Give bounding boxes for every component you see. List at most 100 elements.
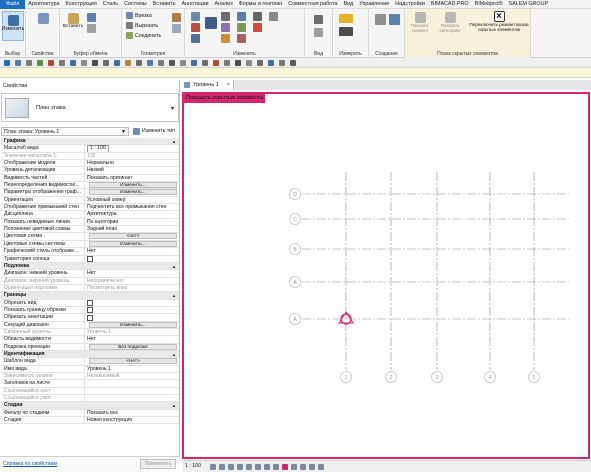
wall-join-icon[interactable] xyxy=(172,13,181,22)
menu-tab-6[interactable]: Аннотации xyxy=(179,0,212,9)
redo-icon[interactable] xyxy=(59,60,65,66)
collapse-section-icon[interactable]: ▲ xyxy=(172,351,179,357)
show-crop-icon[interactable] xyxy=(255,464,261,470)
property-value[interactable]: Изменить... xyxy=(85,182,179,189)
3d-view-icon[interactable] xyxy=(125,60,131,66)
open-icon[interactable] xyxy=(15,60,21,66)
offset-icon[interactable] xyxy=(191,23,200,32)
menu-tab-4[interactable]: Системы xyxy=(121,0,150,9)
match-type-icon[interactable] xyxy=(87,24,96,33)
sheet-icon[interactable] xyxy=(257,60,263,66)
property-value[interactable]: Условный север xyxy=(85,197,179,203)
property-value[interactable]: Новая конструкция xyxy=(85,417,179,423)
measure-qat-icon[interactable] xyxy=(81,60,87,66)
save-icon[interactable] xyxy=(26,60,32,66)
join-button[interactable]: Соединить xyxy=(126,32,161,39)
undo-icon[interactable] xyxy=(48,60,54,66)
dimension-qat-icon[interactable] xyxy=(92,60,98,66)
property-edit-button[interactable]: Изменить... xyxy=(89,321,177,328)
help-icon[interactable] xyxy=(279,60,285,66)
sun-path-icon[interactable] xyxy=(228,464,234,470)
property-value[interactable] xyxy=(85,256,179,262)
properties-help-link[interactable]: Справка по свойствам xyxy=(3,461,57,467)
hide-icon[interactable] xyxy=(314,15,323,24)
settings-icon[interactable] xyxy=(268,60,274,66)
property-value[interactable]: Показать все xyxy=(85,410,179,416)
menu-tab-10[interactable]: Вид xyxy=(341,0,357,9)
measure-icon[interactable] xyxy=(339,14,353,23)
cut-button[interactable]: Вырезать xyxy=(126,22,158,29)
property-value[interactable]: Изменить... xyxy=(85,321,179,328)
collapse-section-icon[interactable]: ▲ xyxy=(172,138,179,144)
reveal-element-button[interactable]: Показать элемент xyxy=(407,12,433,33)
lock-3d-icon[interactable] xyxy=(264,464,270,470)
menu-tab-14[interactable]: BIMobject® xyxy=(472,0,506,9)
override-icon[interactable] xyxy=(314,28,323,37)
property-value[interactable]: Показать оригинал xyxy=(85,175,179,181)
door-icon[interactable] xyxy=(224,60,230,66)
property-edit-button[interactable]: Изменить... xyxy=(89,182,177,189)
copy-icon[interactable] xyxy=(87,13,96,22)
customize-icon[interactable] xyxy=(290,60,296,66)
shadows-icon[interactable] xyxy=(237,464,243,470)
move-icon[interactable] xyxy=(205,17,217,29)
scale-value-field[interactable]: 1 : 100 xyxy=(87,145,109,152)
toggle-reveal-hidden-button[interactable]: × Переключить режим показа скрытых элеме… xyxy=(469,11,529,32)
level-icon[interactable] xyxy=(180,60,186,66)
property-value[interactable]: Без подрезки xyxy=(85,343,179,350)
close-hidden-icon[interactable] xyxy=(158,60,164,66)
property-value[interactable]: <Нет> xyxy=(85,358,179,365)
wall-icon[interactable] xyxy=(213,60,219,66)
property-value[interactable] xyxy=(85,314,179,321)
property-value[interactable]: Архитектура xyxy=(85,211,179,217)
property-value[interactable]: Подчистить все примыкания стен xyxy=(85,204,179,210)
menu-tab-1[interactable]: Архитектура xyxy=(25,0,62,9)
switch-windows-icon[interactable] xyxy=(169,60,175,66)
property-value[interactable]: Низкий xyxy=(85,167,179,173)
text-icon[interactable] xyxy=(114,60,120,66)
menu-tab-11[interactable]: Управление xyxy=(356,0,392,9)
property-value[interactable]: Нормально xyxy=(85,160,179,166)
revit-logo-icon[interactable] xyxy=(4,60,10,66)
property-value[interactable]: Задний план xyxy=(85,226,179,232)
analytical-model-icon[interactable] xyxy=(291,464,297,470)
split-icon[interactable] xyxy=(237,12,246,21)
tab-level-1[interactable]: Уровень 1 × xyxy=(181,80,234,90)
type-selector[interactable]: План этажа ▼ xyxy=(1,93,179,122)
menu-tab-12[interactable]: Надстройки xyxy=(392,0,428,9)
property-value[interactable] xyxy=(85,307,179,314)
drawing-canvas[interactable]: DCBAA12345 Показать скрытые элементы xyxy=(182,92,590,459)
property-edit-button[interactable]: <Нет> xyxy=(89,358,177,365)
property-value[interactable]: Нет xyxy=(85,336,179,342)
array-icon[interactable] xyxy=(237,23,246,32)
paint-icon[interactable] xyxy=(172,24,181,33)
unpin-icon[interactable] xyxy=(269,12,278,21)
thin-lines-icon[interactable] xyxy=(147,60,153,66)
property-value[interactable]: <нет> xyxy=(85,233,179,240)
sync-icon[interactable] xyxy=(37,60,43,66)
menu-tab-2[interactable]: Конструкция xyxy=(63,0,100,9)
detail-level-icon[interactable] xyxy=(210,464,216,470)
collapse-section-icon[interactable]: ▲ xyxy=(172,402,179,408)
property-value[interactable]: Нет xyxy=(85,270,179,276)
create-parts-icon[interactable] xyxy=(389,14,400,25)
property-value[interactable]: Изменить... xyxy=(85,240,179,247)
property-value[interactable] xyxy=(85,380,179,386)
apply-button[interactable]: Применить xyxy=(140,459,176,469)
close-icon[interactable]: × xyxy=(227,80,230,90)
property-checkbox[interactable] xyxy=(87,307,93,314)
window-icon[interactable] xyxy=(235,60,241,66)
constraints-icon[interactable] xyxy=(309,464,315,470)
property-value[interactable]: По категории xyxy=(85,219,179,225)
align-icon[interactable] xyxy=(191,12,200,21)
property-value[interactable]: 1 : 100 xyxy=(85,145,179,152)
mirror-icon[interactable] xyxy=(191,34,200,43)
property-checkbox[interactable] xyxy=(87,256,93,262)
property-edit-button[interactable]: Изменить... xyxy=(89,240,177,247)
worksharing-icon[interactable] xyxy=(318,464,324,470)
visual-style-icon[interactable] xyxy=(219,464,225,470)
room-icon[interactable] xyxy=(246,60,252,66)
temporary-hide-icon[interactable] xyxy=(273,464,279,470)
rotate-icon[interactable] xyxy=(221,23,230,32)
trim-icon[interactable] xyxy=(221,34,230,43)
